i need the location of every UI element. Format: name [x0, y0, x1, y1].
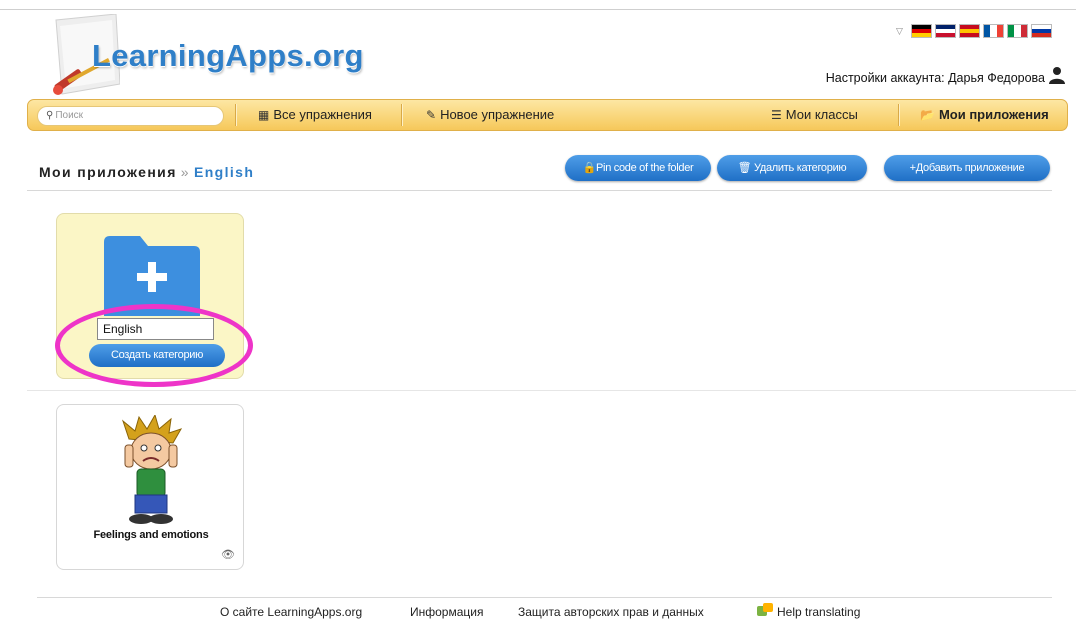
app-title: Feelings and emotions	[93, 529, 209, 541]
search-input[interactable]: ⚲ Поиск	[37, 106, 224, 126]
user-icon[interactable]	[1048, 66, 1066, 84]
app-tile[interactable]: Feelings and emotions 👁	[56, 404, 244, 570]
breadcrumb-current: English	[193, 164, 255, 180]
footer-privacy-link[interactable]: Защита авторских прав и данных	[518, 605, 704, 619]
translate-icon	[757, 603, 773, 616]
list-icon: ☰	[771, 108, 782, 122]
delete-category-button[interactable]: 🗑 Удалить категорию	[717, 155, 867, 181]
footer-info-link[interactable]: Информация	[410, 605, 483, 619]
nav-my-classes[interactable]: ☰ Мои классы	[771, 100, 858, 130]
spanish-flag-icon[interactable]	[959, 24, 980, 38]
app-thumbnail	[121, 415, 183, 524]
nav-divider	[235, 104, 236, 126]
hidden-eye-icon[interactable]: 👁	[221, 548, 235, 561]
russian-flag-icon[interactable]	[1031, 24, 1052, 38]
nav-my-classes-label: Мои классы	[785, 107, 858, 122]
search-icon: ⚲	[46, 110, 54, 121]
nav-my-apps[interactable]: 📂 Мои приложения	[920, 100, 1049, 130]
folder-open-icon: 📂	[920, 108, 935, 122]
german-flag-icon[interactable]	[911, 24, 932, 38]
account-settings-link[interactable]: Настройки аккаунта: Дарья Федорова	[826, 71, 1045, 85]
breadcrumb-separator: »	[180, 164, 190, 180]
search-placeholder: Поиск	[55, 110, 84, 121]
breadcrumb: Мои приложения» English	[39, 164, 254, 180]
site-logo[interactable]: LearningApps.org	[92, 38, 364, 74]
language-dropdown-icon[interactable]: ▽	[896, 26, 903, 37]
nav-new-exercise-label: Новое упражнение	[440, 107, 555, 122]
trash-icon: 🗑	[737, 162, 755, 174]
add-app-label: +Добавить приложение	[909, 162, 1025, 174]
nav-new-exercise[interactable]: ✎ Новое упражнение	[426, 100, 554, 130]
highlight-ellipse	[55, 304, 253, 387]
nav-divider	[401, 104, 402, 126]
language-flags	[911, 24, 1052, 38]
add-app-button[interactable]: +Добавить приложение	[884, 155, 1050, 181]
delete-category-label: Удалить категорию	[754, 162, 847, 174]
footer-about-link[interactable]: О сайте LearningApps.org	[220, 605, 362, 619]
french-flag-icon[interactable]	[983, 24, 1004, 38]
section-divider	[27, 390, 1076, 391]
footer-rule	[37, 597, 1052, 598]
lock-icon: 🔒	[582, 162, 597, 174]
pin-code-button[interactable]: 🔒Pin code of the folder	[565, 155, 711, 181]
italian-flag-icon[interactable]	[1007, 24, 1028, 38]
breadcrumb-root[interactable]: Мои приложения	[39, 164, 177, 180]
grid-icon: ▦	[258, 108, 270, 122]
uk-flag-icon[interactable]	[935, 24, 956, 38]
nav-all-exercises-label: Все упражнения	[273, 107, 372, 122]
main-navbar: ⚲ Поиск ▦ Все упражнения ✎ Новое упражнение…	[27, 99, 1068, 131]
nav-divider	[898, 104, 899, 126]
header-rule	[0, 9, 1076, 10]
nav-my-apps-label: Мои приложения	[938, 107, 1049, 122]
footer-help-translating-link[interactable]: Help translating	[777, 605, 860, 619]
content-divider	[27, 190, 1052, 191]
pencil-icon: ✎	[426, 108, 437, 122]
pin-code-label: Pin code of the folder	[596, 162, 694, 174]
nav-all-exercises[interactable]: ▦ Все упражнения	[258, 100, 372, 130]
